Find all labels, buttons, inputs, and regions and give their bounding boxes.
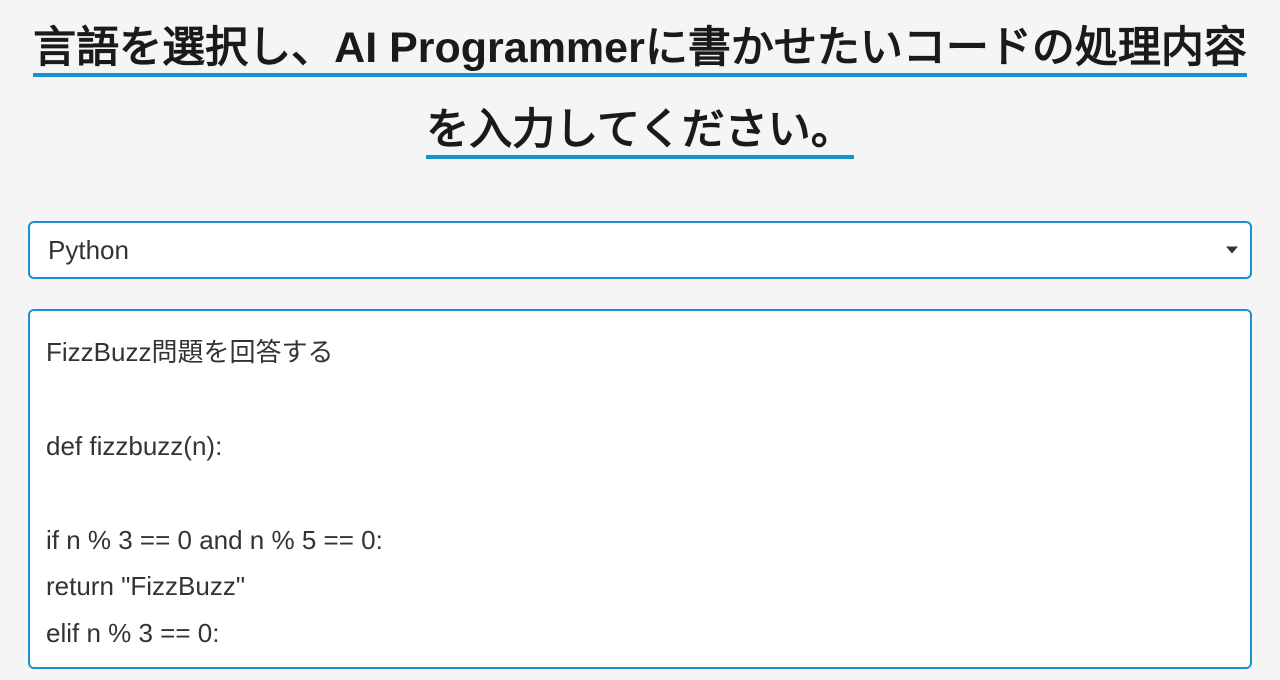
heading-line-2: を入力してください。 — [426, 106, 853, 159]
main-container: 言語を選択し、AI Programmerに書かせたいコードの処理内容 を入力して… — [0, 8, 1280, 674]
language-select[interactable]: Python — [28, 221, 1252, 279]
page-heading: 言語を選択し、AI Programmerに書かせたいコードの処理内容 を入力して… — [28, 8, 1252, 171]
language-select-wrapper: Python — [28, 221, 1252, 279]
heading-line-1: 言語を選択し、AI Programmerに書かせたいコードの処理内容 — [33, 24, 1247, 77]
code-textarea[interactable] — [28, 309, 1252, 669]
